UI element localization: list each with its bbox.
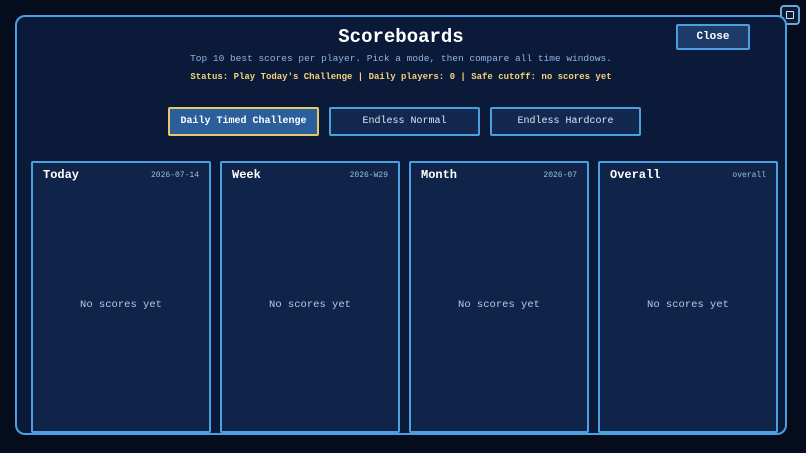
board-empty-message: No scores yet (647, 299, 729, 311)
mode-selector: Daily Timed Challenge Endless Normal End… (168, 107, 641, 136)
board-today: Today 2026-07-14 No scores yet (31, 161, 211, 433)
page-title: Scoreboards (338, 26, 464, 48)
mode-daily-timed-challenge[interactable]: Daily Timed Challenge (168, 107, 319, 136)
scoreboards-panel: Scoreboards Top 10 best scores per playe… (15, 15, 787, 435)
board-empty-message: No scores yet (458, 299, 540, 311)
board-title: Today (43, 168, 80, 182)
board-week: Week 2026-W29 No scores yet (220, 161, 400, 433)
mode-endless-hardcore[interactable]: Endless Hardcore (490, 107, 641, 136)
page-subtitle: Top 10 best scores per player. Pick a mo… (190, 53, 612, 64)
window-toggle-icon (786, 11, 794, 19)
board-overall: Overall overall No scores yet (598, 161, 778, 433)
board-period: 2026-07-14 (150, 171, 199, 180)
board-period: 2026-W29 (349, 171, 388, 180)
close-button[interactable]: Close (676, 24, 750, 50)
mode-endless-normal[interactable]: Endless Normal (329, 107, 480, 136)
board-month: Month 2026-07 No scores yet (409, 161, 589, 433)
scoreboard-grid: Today 2026-07-14 No scores yet Week 2026… (31, 161, 778, 433)
board-period: overall (732, 171, 766, 180)
status-line: Status: Play Today's Challenge | Daily p… (190, 72, 612, 82)
board-empty-message: No scores yet (269, 299, 351, 311)
board-title: Month (421, 168, 458, 182)
board-title: Overall (610, 168, 661, 182)
board-empty-message: No scores yet (80, 299, 162, 311)
board-title: Week (232, 168, 261, 182)
board-period: 2026-07 (543, 171, 577, 180)
